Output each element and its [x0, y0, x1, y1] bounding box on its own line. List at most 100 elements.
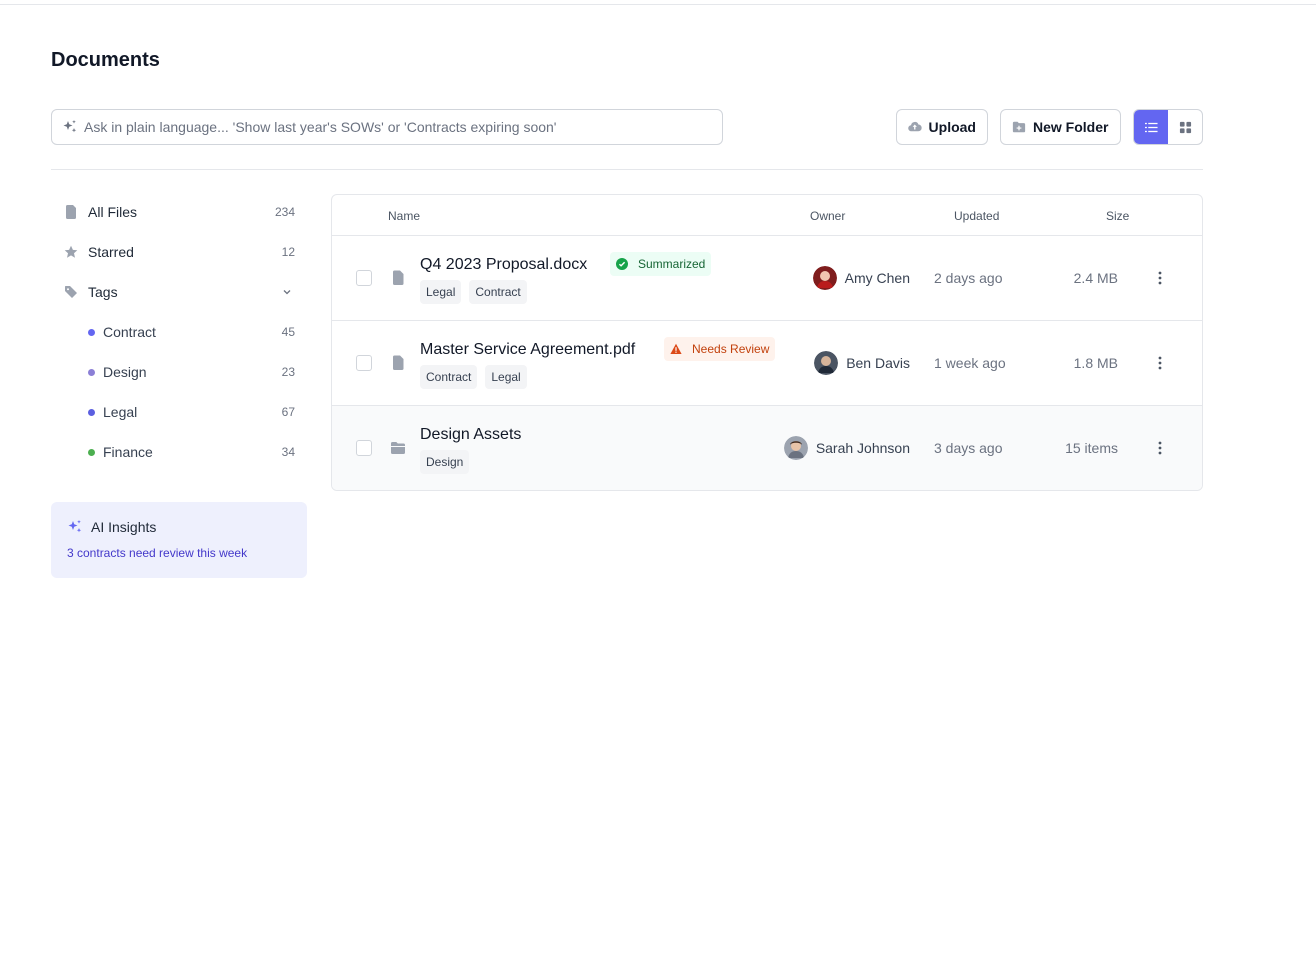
owner: Amy Chen: [812, 266, 910, 290]
avatar: [783, 436, 808, 460]
sidebar-tag-legal[interactable]: Legal 67: [51, 396, 307, 428]
owner: Sarah Johnson: [783, 436, 910, 460]
tag-color-dot: [88, 448, 95, 456]
view-toggle: [1133, 109, 1203, 145]
folder-plus-icon: [1012, 121, 1026, 133]
tag-color-dot: [88, 328, 95, 336]
list-view-button[interactable]: [1134, 110, 1168, 144]
ai-insights-header: AI Insights: [67, 519, 291, 535]
file-size: 2.4 MB: [1073, 270, 1118, 286]
upload-label: Upload: [928, 119, 976, 135]
tag-icon: [64, 285, 78, 299]
column-header-owner[interactable]: Owner: [810, 209, 845, 223]
sparkle-icon: [68, 520, 82, 533]
search-input[interactable]: [84, 119, 704, 135]
file-name[interactable]: Q4 2023 Proposal.docx: [420, 256, 587, 274]
owner-name: Amy Chen: [844, 270, 910, 286]
upload-button[interactable]: Upload: [896, 109, 988, 145]
ai-insights-panel[interactable]: AI Insights 3 contracts need review this…: [51, 502, 307, 578]
tag-chip[interactable]: Contract: [469, 280, 527, 304]
search-bar[interactable]: [51, 109, 723, 145]
file-size: 1.8 MB: [1073, 355, 1118, 371]
top-border: [0, 4, 1316, 5]
status-label: Needs Review: [692, 342, 770, 356]
chevron-down-icon[interactable]: [281, 286, 293, 298]
file-icon: [64, 205, 78, 219]
tag-count: 45: [281, 325, 295, 339]
sidebar-tag-design[interactable]: Design 23: [51, 356, 307, 388]
sidebar-item-label: All Files: [88, 204, 138, 220]
updated-date: 1 week ago: [934, 355, 1006, 371]
tag-chip[interactable]: Contract: [420, 365, 478, 389]
column-header-name[interactable]: Name: [388, 209, 420, 223]
tag-color-dot: [88, 368, 95, 376]
sidebar-item-label: Starred: [88, 244, 134, 260]
tag-label: Finance: [103, 444, 153, 460]
table-row[interactable]: Design Assets Design Sarah Johnson 3 day…: [332, 406, 1202, 490]
list-icon: [1144, 122, 1158, 132]
item-count: 15 items: [1065, 440, 1118, 456]
row-checkbox[interactable]: [356, 440, 372, 456]
documents-table: Name Owner Updated Size Q4 2023 Proposal…: [331, 194, 1203, 491]
ai-insights-message: 3 contracts need review this week: [67, 546, 248, 560]
table-row[interactable]: Master Service Agreement.pdf Needs Revie…: [332, 321, 1202, 406]
tag-count: 34: [281, 445, 295, 459]
grid-icon: [1179, 121, 1191, 133]
new-folder-label: New Folder: [1033, 119, 1109, 135]
sidebar-item-count: 12: [281, 245, 295, 259]
tag-color-dot: [88, 408, 95, 416]
tag-chip[interactable]: Design: [420, 450, 470, 474]
more-options-icon[interactable]: [1154, 440, 1166, 456]
column-header-updated[interactable]: Updated: [954, 209, 999, 223]
check-circle-icon: [616, 258, 628, 270]
avatar: [812, 266, 837, 290]
warning-icon: [670, 343, 682, 354]
sidebar-item-tags[interactable]: Tags: [51, 276, 307, 308]
tag-label: Contract: [103, 324, 156, 340]
tag-chip[interactable]: Legal: [485, 365, 527, 389]
row-tags: Legal Contract: [420, 280, 527, 304]
star-icon: [64, 245, 78, 259]
folder-name[interactable]: Design Assets: [420, 426, 521, 444]
sidebar-item-starred[interactable]: Starred 12: [51, 236, 307, 268]
tag-label: Design: [103, 364, 147, 380]
owner: Ben Davis: [814, 351, 910, 375]
sparkle-icon: [62, 119, 78, 135]
grid-view-button[interactable]: [1168, 110, 1202, 144]
sidebar-tag-contract[interactable]: Contract 45: [51, 316, 307, 348]
new-folder-button[interactable]: New Folder: [1000, 109, 1121, 145]
row-tags: Design: [420, 450, 470, 474]
file-name[interactable]: Master Service Agreement.pdf: [420, 341, 635, 359]
document-icon: [390, 270, 406, 286]
owner-name: Ben Davis: [846, 355, 910, 371]
table-row[interactable]: Q4 2023 Proposal.docx Summarized Legal C…: [332, 236, 1202, 321]
page-title: Documents: [51, 49, 160, 71]
tag-label: Legal: [103, 404, 138, 420]
sidebar-item-count: 234: [274, 205, 295, 219]
table-header: Name Owner Updated Size: [332, 195, 1202, 236]
sidebar-item-all-files[interactable]: All Files 234: [51, 196, 307, 228]
tag-count: 67: [281, 405, 295, 419]
folder-icon: [390, 440, 406, 456]
sidebar-item-label: Tags: [88, 284, 118, 300]
tag-chip[interactable]: Legal: [420, 280, 462, 304]
status-badge: Summarized: [610, 252, 712, 276]
more-options-icon[interactable]: [1154, 270, 1166, 286]
updated-date: 3 days ago: [934, 440, 1003, 456]
ai-insights-title: AI Insights: [91, 519, 157, 535]
more-options-icon[interactable]: [1154, 355, 1166, 371]
column-header-size[interactable]: Size: [1106, 209, 1129, 223]
status-label: Summarized: [638, 257, 706, 271]
owner-name: Sarah Johnson: [815, 440, 910, 456]
row-tags: Contract Legal: [420, 365, 527, 389]
tag-count: 23: [281, 365, 295, 379]
toolbar-divider: [51, 169, 1203, 170]
avatar: [814, 351, 839, 375]
updated-date: 2 days ago: [934, 270, 1003, 286]
sidebar-tag-finance[interactable]: Finance 34: [51, 436, 307, 468]
document-icon: [390, 355, 406, 371]
status-badge: Needs Review: [664, 337, 776, 361]
row-checkbox[interactable]: [356, 355, 372, 371]
cloud-upload-icon: [908, 121, 922, 132]
row-checkbox[interactable]: [356, 270, 372, 286]
